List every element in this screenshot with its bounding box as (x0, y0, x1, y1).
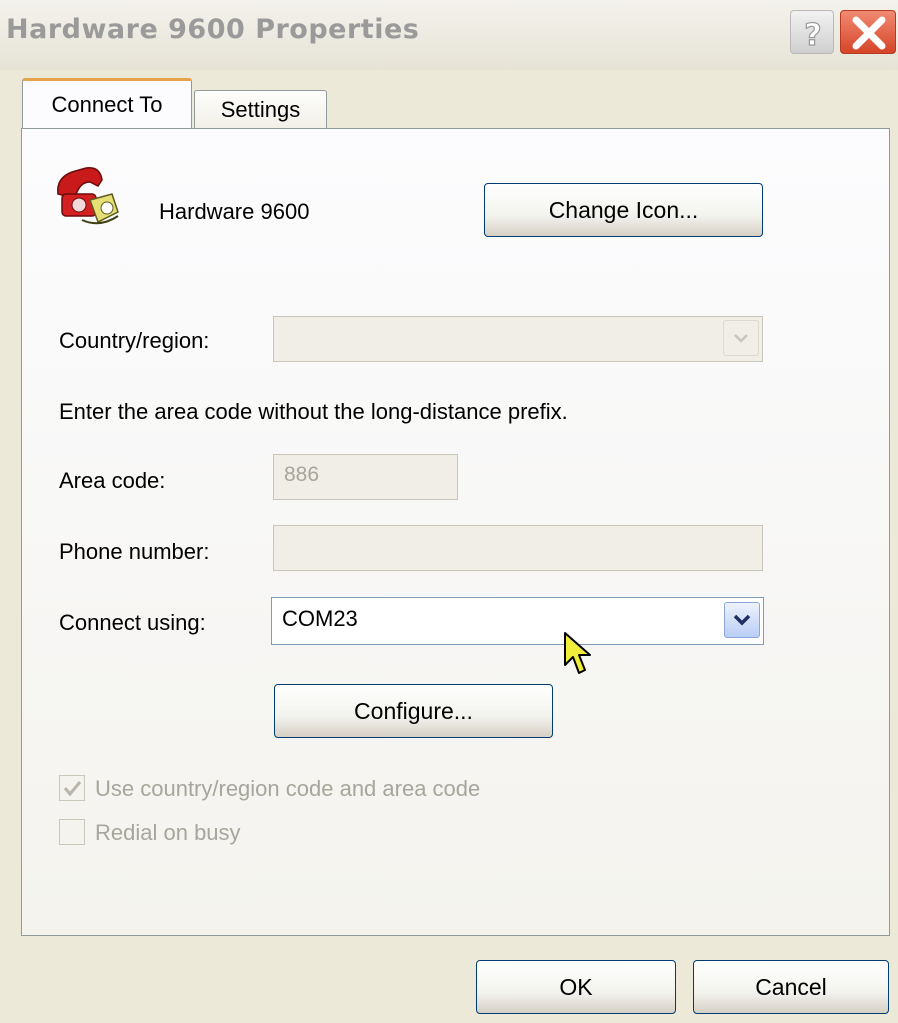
use-country-code-checkbox[interactable] (59, 775, 85, 801)
country-region-select[interactable] (273, 316, 763, 362)
chevron-down-icon (734, 334, 748, 343)
connect-using-value: COM23 (282, 606, 358, 631)
svg-text:?: ? (804, 18, 821, 53)
phone-number-input[interactable] (273, 525, 763, 571)
area-code-label: Area code: (59, 468, 166, 493)
close-x-icon (852, 16, 886, 50)
tab-panel-connect-to: Hardware 9600 Change Icon... Country/reg… (21, 128, 890, 936)
title-bar[interactable]: Hardware 9600 Properties ? (0, 0, 898, 70)
country-region-label: Country/region: (59, 328, 210, 353)
tab-connect-to[interactable]: Connect To (22, 78, 192, 128)
connect-dropdown-arrow[interactable] (724, 602, 760, 638)
connection-name: Hardware 9600 (159, 199, 310, 224)
change-icon-button[interactable]: Change Icon... (484, 183, 763, 237)
cancel-button[interactable]: Cancel (693, 960, 889, 1014)
question-mark-icon: ? (804, 17, 823, 53)
telephone-icon (57, 167, 119, 225)
window-title: Hardware 9600 Properties (6, 14, 420, 45)
phone-number-label: Phone number: (59, 539, 210, 564)
mouse-cursor-icon (564, 632, 591, 674)
connect-using-select[interactable]: COM23 (271, 597, 764, 645)
help-button[interactable]: ? (790, 10, 834, 54)
instruction-text: Enter the area code without the long-dis… (59, 399, 568, 424)
chevron-down-icon (733, 614, 751, 626)
redial-on-busy-checkbox[interactable] (59, 819, 85, 845)
checkmark-icon (63, 781, 82, 797)
country-dropdown-arrow (723, 320, 759, 356)
configure-button[interactable]: Configure... (274, 684, 553, 738)
close-button[interactable] (840, 10, 896, 54)
connect-using-label: Connect using: (59, 610, 206, 635)
tab-settings[interactable]: Settings (194, 90, 327, 130)
ok-button[interactable]: OK (476, 960, 676, 1014)
use-country-code-label: Use country/region code and area code (95, 776, 481, 801)
area-code-input[interactable]: 886 (273, 454, 458, 500)
redial-on-busy-label: Redial on busy (95, 820, 241, 845)
